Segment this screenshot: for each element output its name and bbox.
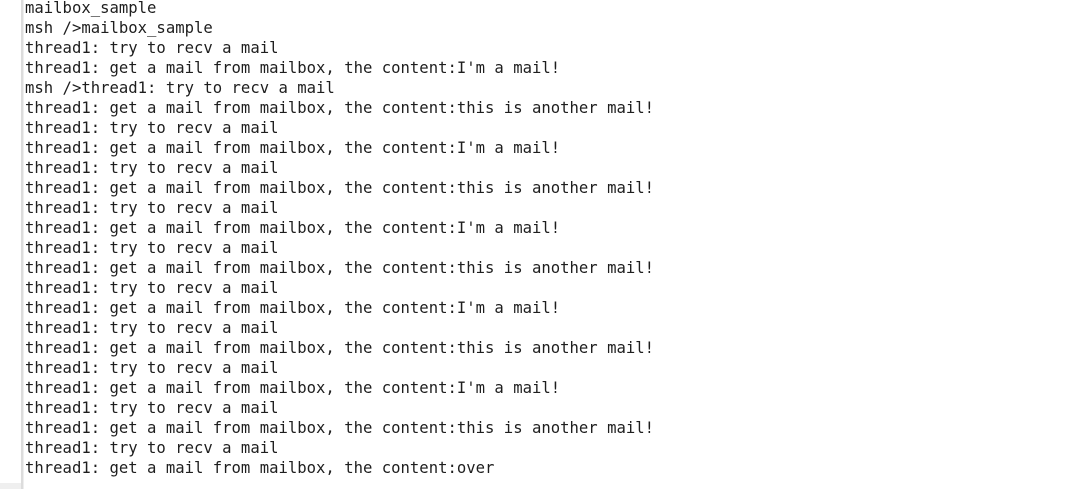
console-line: thread1: try to recv a mail bbox=[25, 359, 279, 377]
console-line: thread1: get a mail from mailbox, the co… bbox=[25, 99, 655, 117]
console-line: thread1: try to recv a mail bbox=[25, 239, 279, 257]
console-line: thread1: try to recv a mail bbox=[25, 119, 279, 137]
console-line: thread1: try to recv a mail bbox=[25, 159, 279, 177]
console-line: thread1: try to recv a mail bbox=[25, 319, 279, 337]
console-line: msh />mailbox_sample bbox=[25, 19, 213, 37]
terminal-window[interactable]: mailbox_sample msh />mailbox_sample thre… bbox=[0, 0, 1085, 489]
console-line: thread1: get a mail from mailbox, the co… bbox=[25, 379, 561, 397]
console-line: thread1: try to recv a mail bbox=[25, 199, 279, 217]
console-line: thread1: try to recv a mail bbox=[25, 39, 279, 57]
scroll-corner bbox=[0, 483, 21, 489]
console-line: msh />thread1: try to recv a mail bbox=[25, 79, 335, 97]
left-gutter-divider bbox=[21, 0, 24, 489]
console-line: thread1: get a mail from mailbox, the co… bbox=[25, 259, 655, 277]
console-line: thread1: get a mail from mailbox, the co… bbox=[25, 419, 655, 437]
console-line: mailbox_sample bbox=[25, 0, 157, 17]
console-line: thread1: try to recv a mail bbox=[25, 279, 279, 297]
console-line: thread1: get a mail from mailbox, the co… bbox=[25, 459, 495, 477]
console-line: thread1: get a mail from mailbox, the co… bbox=[25, 59, 561, 77]
console-output[interactable]: mailbox_sample msh />mailbox_sample thre… bbox=[25, 0, 1075, 478]
console-line: thread1: try to recv a mail bbox=[25, 439, 279, 457]
console-line: thread1: get a mail from mailbox, the co… bbox=[25, 339, 655, 357]
console-line: thread1: get a mail from mailbox, the co… bbox=[25, 299, 561, 317]
console-line: thread1: get a mail from mailbox, the co… bbox=[25, 179, 655, 197]
console-line: thread1: get a mail from mailbox, the co… bbox=[25, 139, 561, 157]
console-line: thread1: get a mail from mailbox, the co… bbox=[25, 219, 561, 237]
console-line: thread1: try to recv a mail bbox=[25, 399, 279, 417]
